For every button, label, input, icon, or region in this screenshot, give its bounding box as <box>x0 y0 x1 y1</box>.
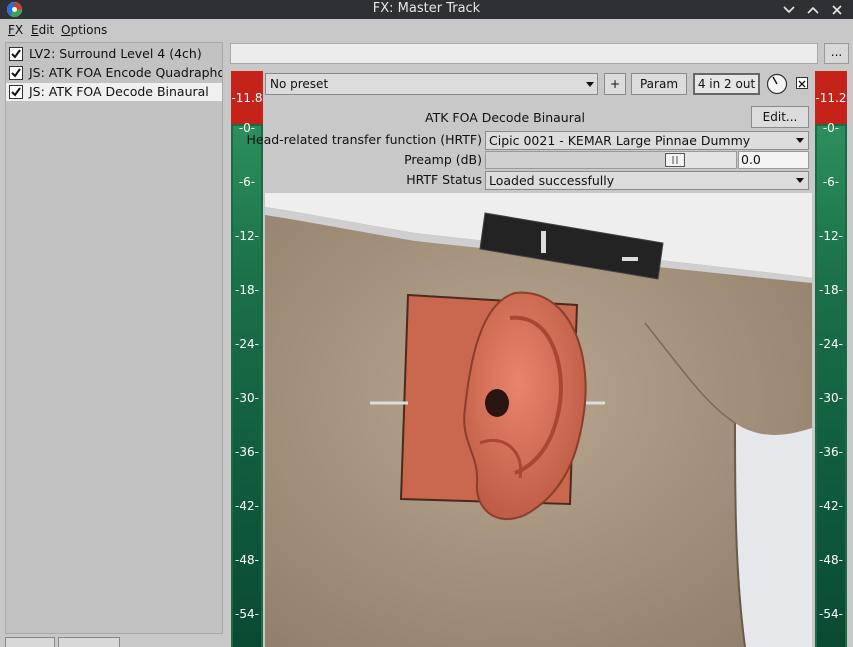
menu-options[interactable]: Options <box>61 23 107 37</box>
maximize-button[interactable] <box>803 0 823 19</box>
kemar-ear-photo <box>265 193 812 647</box>
fx-chain-item-selected[interactable]: JS: ATK FOA Decode Binaural <box>6 83 222 101</box>
meter-track <box>817 126 845 647</box>
status-label: HRTF Status <box>406 172 482 187</box>
fx-chain-item[interactable]: JS: ATK FOA Encode Quadraphonic <box>6 64 222 82</box>
edit-button[interactable]: Edit... <box>751 106 809 128</box>
meter-tick: -42- <box>819 499 843 513</box>
meter-tick: -42- <box>235 499 259 513</box>
param-button[interactable]: Param <box>631 73 687 95</box>
bypass-checkbox[interactable] <box>796 77 808 89</box>
status-select[interactable]: Loaded successfully <box>485 171 809 190</box>
window-title: FX: Master Track <box>372 1 481 16</box>
menu-bar: FX Edit Options <box>0 20 853 40</box>
fx-info-field[interactable] <box>230 43 818 64</box>
meter-tick: -12- <box>819 229 843 243</box>
preset-select[interactable]: No preset <box>265 73 598 95</box>
meter-tick: -18- <box>819 283 843 297</box>
meter-tick: -48- <box>819 553 843 567</box>
more-button[interactable]: ... <box>824 43 849 64</box>
fx-chain-list[interactable]: LV2: Surround Level 4 (4ch) JS: ATK FOA … <box>5 42 223 634</box>
remove-fx-button[interactable] <box>58 637 120 647</box>
meter-tick: -18- <box>235 283 259 297</box>
meter-tick: -36- <box>819 445 843 459</box>
status-value: Loaded successfully <box>489 173 615 188</box>
preamp-slider[interactable] <box>485 151 737 169</box>
add-preset-button[interactable]: + <box>604 73 626 95</box>
meter-tick: -48- <box>235 553 259 567</box>
close-icon <box>798 80 806 88</box>
dropdown-arrow-icon <box>796 178 804 183</box>
meter-tick: -54- <box>235 607 259 621</box>
checkmark-icon <box>11 87 21 97</box>
preset-value: No preset <box>270 77 329 91</box>
slider-fill <box>486 152 665 168</box>
meter-tick: -6- <box>822 175 840 189</box>
meter-tick: -30- <box>819 391 843 405</box>
fx-chain-item-label: JS: ATK FOA Decode Binaural <box>29 84 209 99</box>
meter-tick: -12- <box>235 229 259 243</box>
fx-chain-item-label: LV2: Surround Level 4 (4ch) <box>29 46 202 61</box>
meter-tick: -54- <box>819 607 843 621</box>
peak-readout[interactable]: -11.2 <box>815 71 847 124</box>
plugin-title: ATK FOA Decode Binaural <box>425 110 585 125</box>
fx-chain-item[interactable]: LV2: Surround Level 4 (4ch) <box>6 45 222 63</box>
hrtf-value: Cipic 0021 - KEMAR Large Pinnae Dummy <box>489 133 751 148</box>
chevron-up-icon <box>807 6 819 14</box>
meter-tick: -36- <box>235 445 259 459</box>
enable-checkbox[interactable] <box>9 47 23 61</box>
chevron-down-icon <box>783 5 795 13</box>
checkmark-icon <box>11 49 21 59</box>
meter-tick: -0- <box>822 121 840 135</box>
dropdown-arrow-icon <box>796 138 804 143</box>
io-routing-button[interactable]: 4 in 2 out <box>693 73 760 95</box>
menu-fx[interactable]: FX <box>8 23 23 37</box>
meter-track <box>233 126 261 647</box>
close-icon <box>832 4 842 15</box>
close-window-button[interactable] <box>827 0 847 19</box>
minimize-button[interactable] <box>779 0 799 19</box>
hrtf-select[interactable]: Cipic 0021 - KEMAR Large Pinnae Dummy <box>485 131 809 150</box>
peak-readout[interactable]: -11.8 <box>231 71 263 124</box>
wet-knob-icon[interactable] <box>765 73 789 95</box>
meter-tick: -24- <box>819 337 843 351</box>
menu-edit[interactable]: Edit <box>31 23 54 37</box>
checkmark-icon <box>11 68 21 78</box>
grip-icon <box>672 156 678 164</box>
meter-tick: -24- <box>235 337 259 351</box>
output-meter: -11.2 -0- -6- -12- -18- -24- -30- -36- -… <box>815 71 847 647</box>
enable-checkbox[interactable] <box>9 66 23 80</box>
meter-tick: -30- <box>235 391 259 405</box>
dropdown-arrow-icon <box>586 82 594 87</box>
title-bar: FX: Master Track <box>0 0 853 19</box>
slider-thumb[interactable] <box>665 153 685 167</box>
enable-checkbox[interactable] <box>9 85 23 99</box>
fx-chain-item-label: JS: ATK FOA Encode Quadraphonic <box>29 65 222 80</box>
hrtf-label: Head-related transfer function (HRTF) <box>246 132 482 147</box>
preamp-label: Preamp (dB) <box>404 152 482 167</box>
add-fx-button[interactable] <box>5 637 55 647</box>
preamp-value-field[interactable]: 0.0 <box>738 151 809 169</box>
